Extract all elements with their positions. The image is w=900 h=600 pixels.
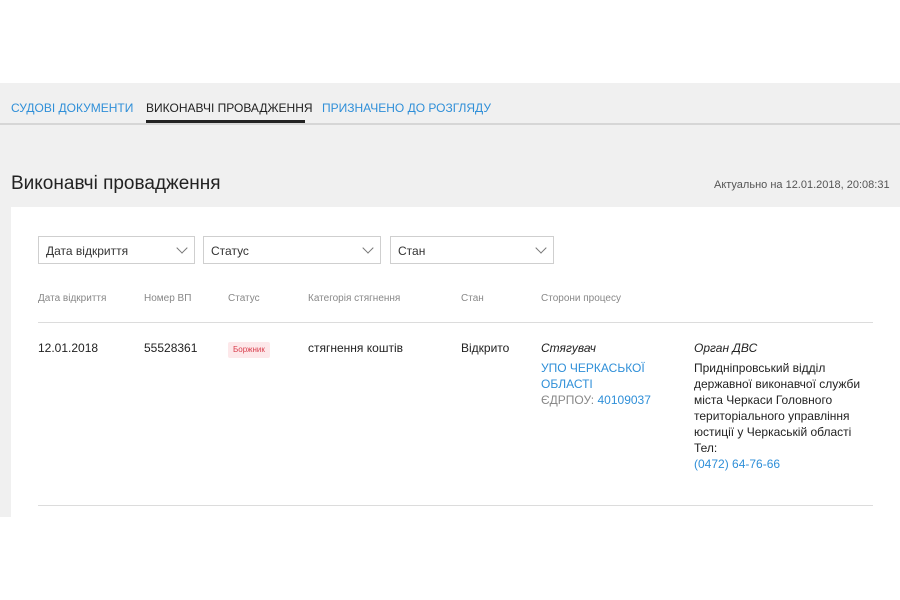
chevron-down-icon (362, 242, 374, 254)
filter-status-label: Статус (211, 244, 249, 258)
chevron-down-icon (176, 242, 188, 254)
filter-status[interactable]: Статус (203, 236, 381, 264)
tab-bar-divider (0, 123, 900, 125)
row-date: 12.01.2018 (38, 341, 99, 355)
filter-opening-date[interactable]: Дата відкриття (38, 236, 195, 264)
filter-state-label: Стан (398, 244, 426, 258)
column-header-parties: Сторони процесу (541, 293, 621, 304)
authority-name-line: державної виконавчої служби (694, 377, 861, 391)
edrpou-value[interactable]: 40109037 (598, 393, 651, 407)
phone-label: Тел: (694, 441, 718, 455)
status-badge: Боржник (228, 342, 270, 358)
row-category: стягнення коштів (308, 341, 403, 355)
table-row-divider (38, 505, 873, 506)
filter-opening-date-label: Дата відкриття (46, 244, 129, 258)
last-updated-text: Актуально на 12.01.2018, 20:08:31 (714, 179, 890, 191)
content-panel: Дата відкриття Статус Стан Дата відкритт… (11, 207, 900, 517)
edrpou-label: ЄДРПОУ: (541, 393, 595, 407)
column-header-number: Номер ВП (144, 293, 192, 304)
page-title: Виконавчі провадження (11, 173, 221, 194)
creditor-name-line: УПО ЧЕРКАСЬКОЇ (541, 361, 645, 375)
row-number: 55528361 (144, 341, 198, 355)
authority-name-line: міста Черкаси Головного (694, 393, 833, 407)
column-header-date: Дата відкриття (38, 293, 107, 304)
creditor-block: Стягувач УПО ЧЕРКАСЬКОЇ ОБЛАСТІ ЄДРПОУ: … (541, 340, 651, 408)
column-header-category: Категорія стягнення (308, 293, 401, 304)
filter-state[interactable]: Стан (390, 236, 554, 264)
authority-name-line: юстиції у Черкаській області (694, 425, 852, 439)
row-state: Відкрито (461, 341, 510, 355)
tab-court-documents[interactable]: Судові документи (11, 101, 133, 115)
creditor-name-link[interactable]: УПО ЧЕРКАСЬКОЇ ОБЛАСТІ (541, 360, 651, 392)
column-header-state: Стан (461, 293, 484, 304)
chevron-down-icon (535, 242, 547, 254)
authority-block: Орган ДВС Придніпровський відділ державн… (694, 340, 860, 472)
creditor-role: Стягувач (541, 341, 596, 355)
table-header-divider (38, 322, 873, 323)
tab-scheduled-hearings[interactable]: Призначено до розгляду (322, 101, 491, 115)
phone-link[interactable]: (0472) 64-76-66 (694, 456, 860, 472)
authority-name-line: Придніпровський відділ (694, 361, 826, 375)
tab-enforcement-proceedings[interactable]: Виконавчі провадження (146, 101, 313, 115)
creditor-name-line: ОБЛАСТІ (541, 377, 593, 391)
tab-bar: Судові документи Виконавчі провадження П… (0, 83, 900, 125)
authority-role: Орган ДВС (694, 341, 758, 355)
column-header-status: Статус (228, 293, 260, 304)
authority-name-line: територіального управління (694, 409, 850, 423)
